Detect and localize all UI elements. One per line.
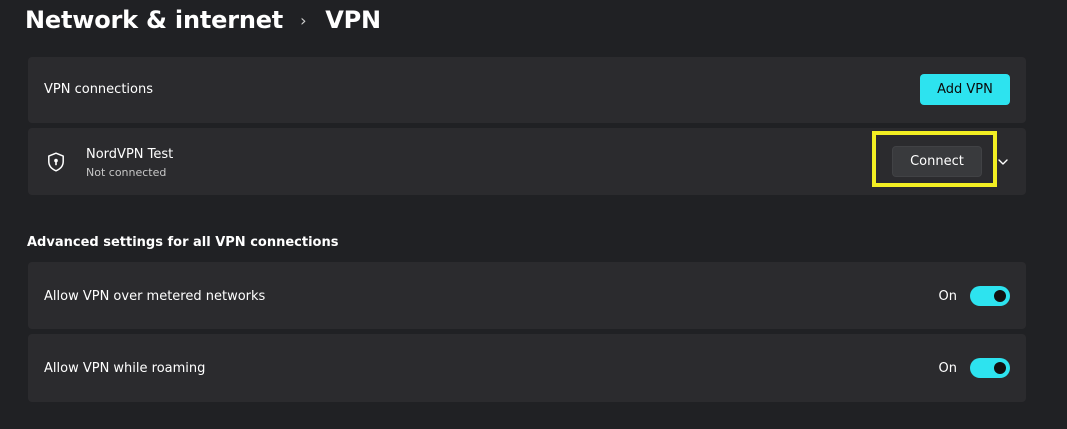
setting-label-roaming: Allow VPN while roaming (44, 361, 206, 376)
vpn-settings-page: Network & internet › VPN VPN connections… (0, 0, 1067, 429)
toggle-knob (994, 290, 1006, 302)
toggle-state-roaming: On (938, 361, 957, 376)
breadcrumb-separator-icon: › (300, 10, 307, 30)
page-title: VPN (325, 6, 381, 34)
toggle-knob (994, 362, 1006, 374)
setting-row-metered: Allow VPN over metered networks On (28, 262, 1026, 329)
setting-label-metered: Allow VPN over metered networks (44, 289, 266, 304)
vpn-connection-name: NordVPN Test (86, 147, 174, 162)
breadcrumb-network-internet[interactable]: Network & internet (25, 6, 283, 34)
vpn-connection-status: Not connected (86, 166, 167, 179)
setting-row-roaming: Allow VPN while roaming On (28, 334, 1026, 402)
toggle-metered-networks[interactable] (970, 286, 1010, 306)
shield-icon (48, 152, 64, 172)
connect-button[interactable]: Connect (892, 146, 982, 177)
breadcrumb: Network & internet › VPN (25, 3, 381, 37)
vpn-connection-nordvpn[interactable]: NordVPN Test Not connected Connect (28, 128, 1026, 195)
toggle-roaming[interactable] (970, 358, 1010, 378)
vpn-connections-card: VPN connections Add VPN (28, 57, 1026, 123)
chevron-down-icon[interactable] (997, 157, 1009, 167)
toggle-state-metered: On (938, 289, 957, 304)
add-vpn-button[interactable]: Add VPN (920, 74, 1010, 105)
advanced-settings-heading: Advanced settings for all VPN connection… (27, 235, 339, 250)
vpn-connections-label: VPN connections (44, 82, 153, 97)
